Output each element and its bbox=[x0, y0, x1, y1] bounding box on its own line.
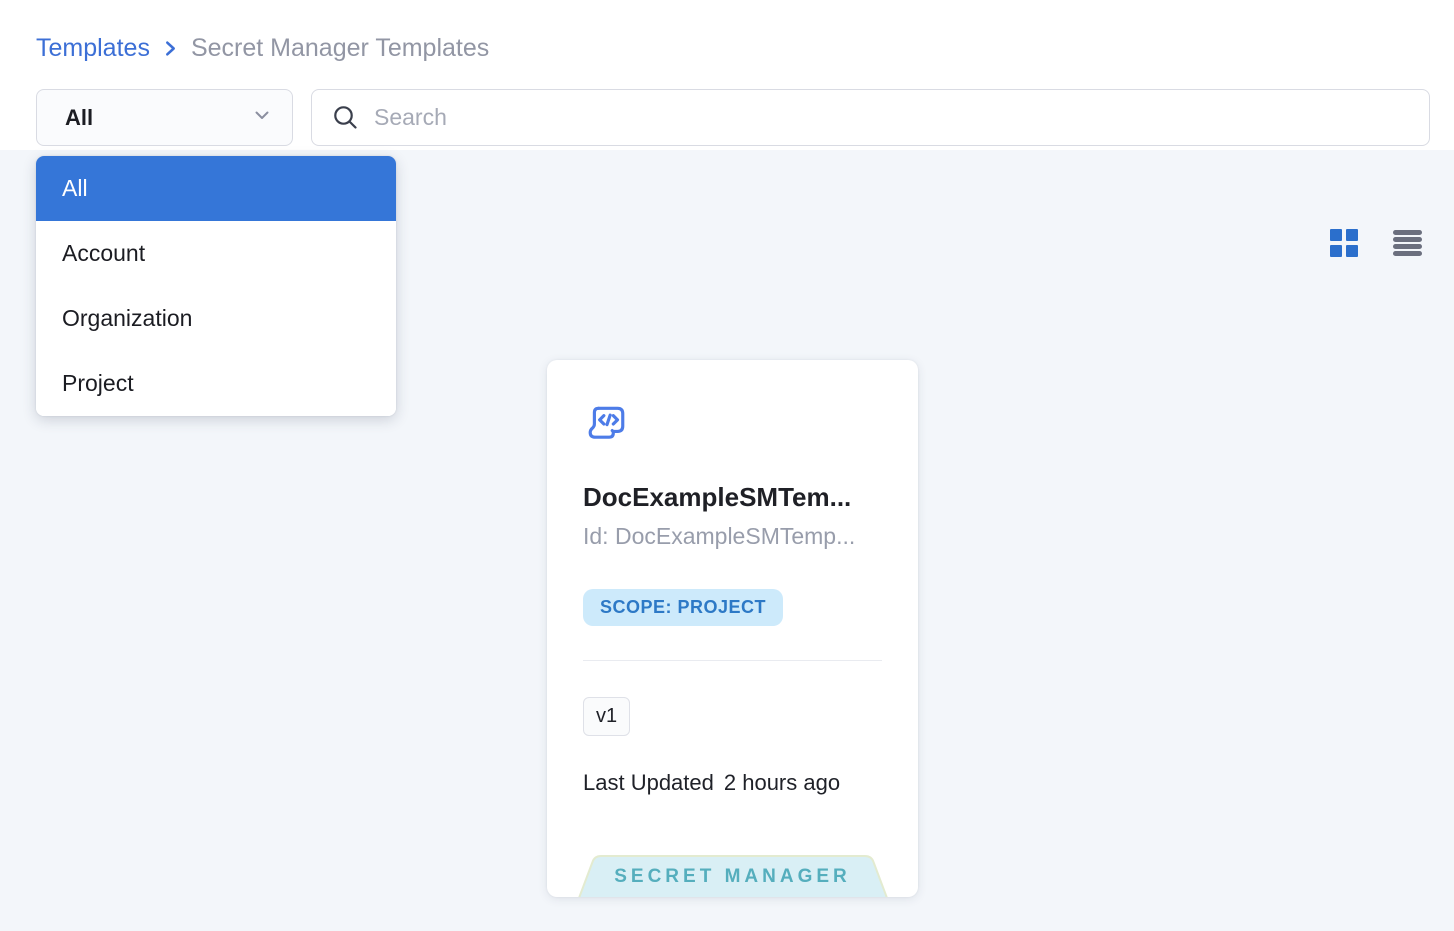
version-chip: v1 bbox=[583, 697, 630, 736]
template-card[interactable]: DocExampleSMTem... Id: DocExampleSMTemp.… bbox=[547, 360, 918, 897]
list-view-icon[interactable] bbox=[1393, 229, 1422, 257]
menu-option-project[interactable]: Project bbox=[36, 351, 396, 416]
last-updated: Last Updated 2 hours ago bbox=[583, 770, 840, 796]
ribbon-label: SECRET MANAGER bbox=[577, 866, 889, 888]
last-updated-label: Last Updated bbox=[583, 770, 714, 796]
last-updated-value: 2 hours ago bbox=[724, 770, 840, 796]
view-toggles bbox=[1330, 229, 1422, 257]
breadcrumb-current: Secret Manager Templates bbox=[191, 34, 489, 63]
menu-option-organization[interactable]: Organization bbox=[36, 286, 396, 351]
chevron-down-icon bbox=[252, 105, 272, 130]
chevron-right-icon bbox=[162, 40, 179, 57]
card-divider bbox=[583, 660, 882, 661]
search-icon bbox=[332, 104, 359, 131]
scope-filter-menu: All Account Organization Project bbox=[36, 156, 396, 416]
card-title: DocExampleSMTem... bbox=[583, 482, 883, 513]
scope-badge: SCOPE: PROJECT bbox=[583, 589, 783, 626]
scope-filter-dropdown[interactable]: All bbox=[36, 89, 293, 146]
breadcrumb-link-templates[interactable]: Templates bbox=[36, 34, 150, 63]
menu-option-all[interactable]: All bbox=[36, 156, 396, 221]
card-id: Id: DocExampleSMTemp... bbox=[583, 523, 883, 550]
breadcrumb: Templates Secret Manager Templates bbox=[36, 34, 489, 63]
page: Templates Secret Manager Templates All A… bbox=[0, 0, 1454, 931]
template-code-icon bbox=[586, 402, 628, 449]
menu-option-account[interactable]: Account bbox=[36, 221, 396, 286]
search-box bbox=[311, 89, 1430, 146]
search-input[interactable] bbox=[374, 104, 1409, 131]
header: Templates Secret Manager Templates All bbox=[0, 0, 1454, 150]
grid-view-icon[interactable] bbox=[1330, 229, 1358, 257]
scope-filter-value: All bbox=[65, 105, 252, 131]
secret-manager-ribbon: SECRET MANAGER bbox=[577, 855, 889, 897]
